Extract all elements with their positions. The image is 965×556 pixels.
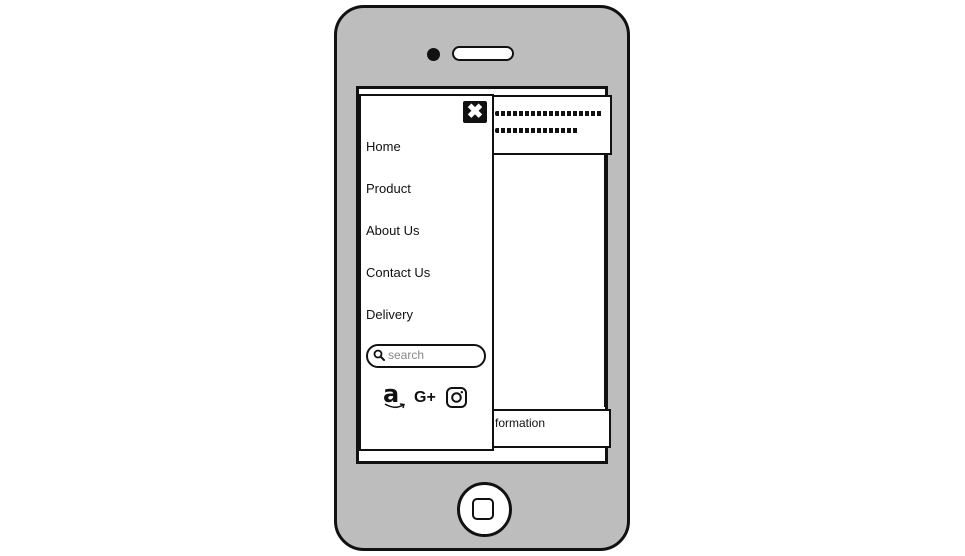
instagram-icon[interactable] xyxy=(446,387,467,408)
search-placeholder: search xyxy=(388,348,425,362)
menu-item-home[interactable]: Home xyxy=(366,139,401,154)
menu-item-delivery[interactable]: Delivery xyxy=(366,307,413,322)
earpiece-speaker xyxy=(452,46,514,61)
close-menu-button[interactable]: ✖ xyxy=(463,101,487,123)
header-scribble-line xyxy=(495,128,579,133)
search-icon xyxy=(373,349,385,361)
menu-item-about-us[interactable]: About Us xyxy=(366,223,419,238)
amazon-smile-icon xyxy=(384,403,405,409)
page-header xyxy=(490,95,612,155)
home-button-square-icon xyxy=(472,498,494,520)
mockup-stage: formation ✖ Home Product About Us Contac… xyxy=(0,0,965,556)
menu-item-product[interactable]: Product xyxy=(366,181,411,196)
menu-item-contact-us[interactable]: Contact Us xyxy=(366,265,430,280)
google-plus-icon[interactable]: G+ xyxy=(414,388,436,408)
front-camera xyxy=(427,48,440,61)
header-scribble-line xyxy=(495,111,603,116)
footer-text: formation xyxy=(495,416,546,430)
page-content-area xyxy=(492,155,606,407)
page-footer: formation xyxy=(490,409,611,448)
